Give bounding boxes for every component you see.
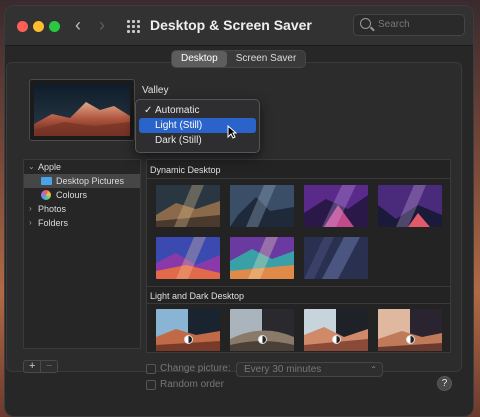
- wallpaper-thumbnail[interactable]: [304, 309, 368, 351]
- add-remove-control: + −: [23, 360, 58, 373]
- sidebar-item-apple[interactable]: ⌄ Apple: [24, 160, 140, 174]
- change-interval-value: Every 30 minutes: [244, 364, 322, 375]
- change-interval-select[interactable]: Every 30 minutes ⌃: [236, 362, 383, 377]
- wallpaper-grid: Dynamic Desktop Light and Dark Desktop: [146, 159, 451, 353]
- menu-item-light-still[interactable]: Light (Still): [139, 118, 256, 133]
- forward-chevron-icon[interactable]: ›: [99, 15, 105, 36]
- divider: [147, 303, 450, 304]
- back-chevron-icon[interactable]: ‹: [75, 15, 81, 36]
- wallpaper-thumbnail[interactable]: [230, 237, 294, 279]
- light-dark-indicator-icon: [184, 335, 193, 344]
- mouse-pointer-icon: [227, 125, 237, 139]
- tab-screen-saver[interactable]: Screen Saver: [227, 51, 306, 67]
- chevron-right-icon[interactable]: ›: [29, 216, 32, 230]
- light-dark-indicator-icon: [406, 335, 415, 344]
- sidebar-item-colours[interactable]: Colours: [24, 188, 140, 202]
- change-picture-label: Change picture:: [160, 363, 231, 374]
- menu-item-label: Light (Still): [155, 120, 203, 131]
- section-title-light-dark: Light and Dark Desktop: [150, 291, 245, 301]
- wallpaper-thumbnail[interactable]: [230, 185, 294, 227]
- search-field[interactable]: Search: [353, 14, 465, 36]
- wallpaper-thumbnail[interactable]: [230, 309, 294, 351]
- zoom-window-button[interactable]: [49, 21, 60, 32]
- sidebar-item-label: Apple: [38, 162, 62, 172]
- wallpaper-thumbnail[interactable]: [304, 185, 368, 227]
- sidebar-item-photos[interactable]: › Photos: [24, 202, 140, 216]
- help-button[interactable]: ?: [437, 376, 452, 391]
- sidebar-item-label: Photos: [38, 204, 67, 214]
- light-dark-indicator-icon: [258, 335, 267, 344]
- divider: [147, 286, 450, 287]
- section-title-dynamic: Dynamic Desktop: [150, 165, 221, 175]
- wallpaper-thumbnail[interactable]: [378, 309, 442, 351]
- wallpaper-thumbnail[interactable]: [156, 309, 220, 351]
- source-list: ⌄ Apple Desktop Pictures Colours › Photo…: [23, 159, 141, 349]
- sidebar-item-label: Desktop Pictures: [56, 176, 125, 186]
- tab-desktop[interactable]: Desktop: [172, 51, 227, 67]
- chevron-down-icon[interactable]: ⌄: [28, 160, 35, 174]
- close-window-button[interactable]: [17, 21, 28, 32]
- chevron-updown-icon: ⌃: [370, 365, 377, 374]
- wallpaper-thumbnail[interactable]: [378, 185, 442, 227]
- menu-item-label: Automatic: [155, 105, 200, 116]
- checkmark-icon: ✓: [144, 105, 153, 116]
- menu-item-dark-still[interactable]: Dark (Still): [139, 133, 256, 148]
- random-order-label: Random order: [160, 379, 224, 390]
- title-bar: ‹ › Desktop & Screen Saver Search: [5, 6, 473, 46]
- window-title: Desktop & Screen Saver: [150, 17, 312, 33]
- add-folder-button[interactable]: +: [24, 361, 40, 372]
- chevron-right-icon[interactable]: ›: [29, 202, 32, 216]
- search-placeholder: Search: [378, 19, 410, 30]
- folder-icon: [41, 177, 52, 185]
- wallpaper-thumbnail[interactable]: [304, 237, 368, 279]
- wallpaper-thumbnail[interactable]: [156, 185, 220, 227]
- show-all-grid-icon[interactable]: [127, 20, 140, 33]
- menu-item-automatic[interactable]: ✓ Automatic: [139, 103, 256, 118]
- colour-wheel-icon: [41, 190, 51, 200]
- change-picture-checkbox[interactable]: [146, 364, 156, 374]
- current-wallpaper-preview: [29, 79, 135, 141]
- valley-wallpaper-image: [34, 84, 130, 136]
- sidebar-item-label: Folders: [38, 218, 69, 228]
- light-dark-indicator-icon: [332, 335, 341, 344]
- minimize-window-button[interactable]: [33, 21, 44, 32]
- divider: [147, 178, 450, 179]
- sidebar-item-folders[interactable]: › Folders: [24, 216, 140, 230]
- search-icon: [360, 18, 371, 29]
- sidebar-item-desktop-pictures[interactable]: Desktop Pictures: [24, 174, 140, 188]
- wallpaper-name: Valley: [142, 85, 169, 96]
- sidebar-item-label: Colours: [56, 190, 88, 200]
- wallpaper-thumbnail[interactable]: [156, 237, 220, 279]
- remove-folder-button[interactable]: −: [40, 361, 57, 372]
- random-order-checkbox[interactable]: [146, 380, 156, 390]
- appearance-dropdown-menu[interactable]: ✓ Automatic Light (Still) Dark (Still): [135, 99, 260, 153]
- menu-item-label: Dark (Still): [155, 135, 202, 146]
- tab-bar: Desktop Screen Saver: [171, 50, 307, 68]
